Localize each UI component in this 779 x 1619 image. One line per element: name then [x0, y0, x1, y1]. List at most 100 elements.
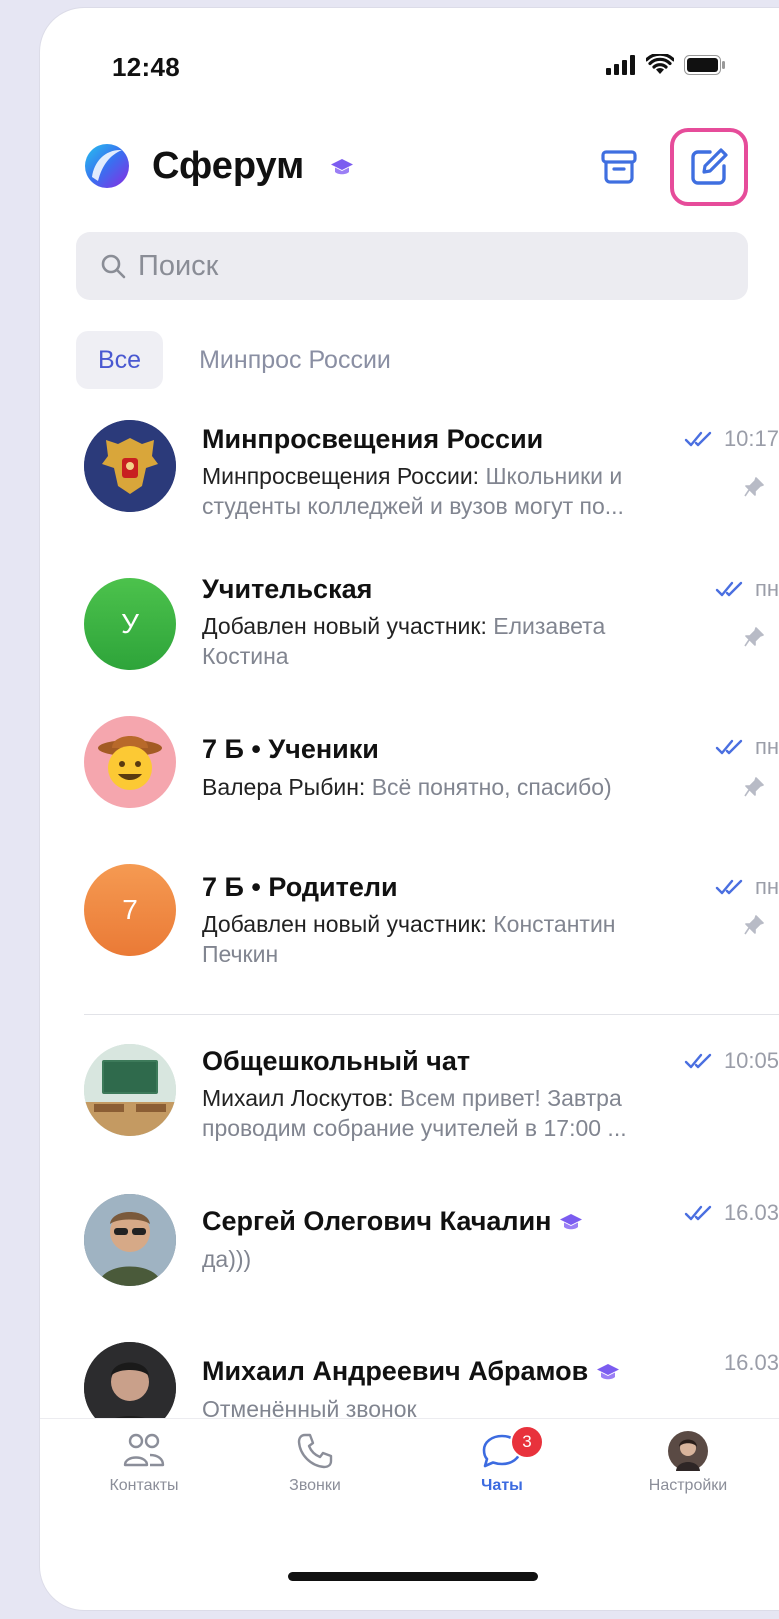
- tab-contacts[interactable]: Контакты: [74, 1431, 214, 1495]
- chat-preview: Добавлен новый участник: Константин Печк…: [202, 909, 668, 969]
- avatar: [84, 1044, 176, 1136]
- search-icon: [100, 253, 126, 279]
- double-check-icon: [715, 581, 743, 597]
- pin-icon: [744, 777, 764, 797]
- avatar: [84, 420, 176, 512]
- app-header: Сферум: [40, 118, 779, 218]
- sferum-logo-icon: [85, 144, 129, 188]
- double-check-icon: [715, 879, 743, 895]
- tab-calls[interactable]: Звонки: [245, 1431, 385, 1495]
- chat-time: 16.03: [723, 1350, 779, 1375]
- chat-meta: 16.03: [684, 1200, 779, 1226]
- avatar: [84, 1194, 176, 1286]
- app-title: Сферум: [152, 145, 305, 187]
- avatar-letter: У: [121, 608, 139, 639]
- chat-sender: Добавлен новый участник:: [202, 613, 487, 639]
- cellular-signal-icon: [606, 55, 635, 75]
- chat-meta: пн: [715, 576, 779, 602]
- emblem-icon: [84, 420, 176, 512]
- education-badge-icon: [560, 1213, 583, 1230]
- chat-preview: Добавлен новый участник: Елизавета Кости…: [202, 611, 668, 671]
- chat-preview: да))): [202, 1244, 668, 1274]
- chat-text: Всё понятно, спасибо): [365, 774, 612, 800]
- chat-time: пн: [754, 576, 779, 601]
- search-input[interactable]: [136, 248, 700, 284]
- chat-name: Сергей Олегович Качалин: [202, 1206, 583, 1237]
- tab-all[interactable]: Все: [76, 331, 164, 389]
- double-check-icon: [684, 1205, 712, 1221]
- chat-time: пн: [754, 874, 779, 899]
- cowboy-emoji-icon: [98, 736, 162, 790]
- chat-name: 7 Б • Ученики: [202, 734, 379, 764]
- avatar: [84, 1342, 176, 1418]
- contacts-icon: [123, 1433, 165, 1467]
- avatar: У: [84, 578, 176, 670]
- chat-list: Минпросвещения России 10:17 Минпросвещен…: [40, 406, 779, 1418]
- chat-name-text: Михаил Андреевич Абрамов: [202, 1356, 589, 1386]
- double-check-icon: [684, 1053, 712, 1069]
- chat-row-7b-parents[interactable]: 7 7 Б • Родители пн Добавлен новый участ…: [40, 864, 779, 1004]
- tab-label: Контакты: [109, 1477, 179, 1494]
- home-indicator[interactable]: [288, 1572, 538, 1581]
- battery-icon: [684, 55, 725, 75]
- chat-meta: 10:17: [684, 426, 779, 452]
- tab-settings[interactable]: Настройки: [618, 1431, 758, 1495]
- person-photo-icon: [84, 1342, 176, 1418]
- bottom-tab-bar: Контакты Звонки 3 Чаты Настройки: [40, 1418, 779, 1539]
- chat-sender: Минпросвещения России:: [202, 463, 480, 489]
- chat-name: Общешкольный чат: [202, 1046, 471, 1076]
- pin-icon: [744, 627, 764, 647]
- archive-button[interactable]: [592, 140, 646, 194]
- avatar: [84, 716, 176, 808]
- chat-preview: Михаил Лоскутов: Всем привет! Завтра про…: [202, 1083, 668, 1143]
- chat-sender: Валера Рыбин:: [202, 774, 366, 800]
- wifi-icon: [646, 54, 674, 74]
- unread-badge: 3: [510, 1425, 544, 1459]
- chat-row-minpros[interactable]: Минпросвещения России 10:17 Минпросвещен…: [40, 416, 779, 556]
- chat-preview: Отменённый звонок: [202, 1394, 668, 1418]
- double-check-icon: [684, 431, 712, 447]
- status-icons: [606, 54, 726, 76]
- chat-row-teachers[interactable]: У Учительская пн Добавлен новый участник…: [40, 566, 779, 706]
- education-badge-icon: [597, 1363, 620, 1380]
- chat-name: Минпросвещения России: [202, 424, 544, 454]
- archive-icon: [601, 150, 637, 184]
- chat-row-kachalin[interactable]: Сергей Олегович Качалин 16.03 да))): [40, 1188, 779, 1328]
- chat-row-school-chat[interactable]: Общешкольный чат 10:05 Михаил Лоскутов: …: [40, 1038, 779, 1178]
- chat-preview: Минпросвещения России: Школьники и студе…: [202, 461, 668, 521]
- chat-name: 7 Б • Родители: [202, 872, 398, 902]
- profile-avatar-icon: [668, 1431, 708, 1471]
- chat-name-text: Сергей Олегович Качалин: [202, 1206, 552, 1236]
- pinned-divider: [84, 1014, 779, 1015]
- chat-sender: Михаил Лоскутов:: [202, 1085, 394, 1111]
- chat-time: 10:17: [723, 426, 779, 451]
- avatar-letter: 7: [122, 894, 138, 925]
- pin-icon: [744, 477, 764, 497]
- chat-meta: 16.03: [724, 1350, 779, 1376]
- person-photo-icon: [84, 1194, 176, 1286]
- education-badge-icon: [331, 159, 353, 175]
- tab-label: Чаты: [481, 1477, 523, 1494]
- classroom-image-icon: [84, 1044, 176, 1136]
- compose-button[interactable]: [670, 128, 748, 206]
- tab-minpros[interactable]: Минпрос России: [177, 331, 413, 389]
- chat-row-7b-students[interactable]: 7 Б • Ученики пн Валера Рыбин: Всё понят…: [40, 716, 779, 856]
- status-bar: 12:48: [40, 8, 779, 108]
- avatar: 7: [84, 864, 176, 956]
- filter-tabs: Все Минпрос России: [76, 331, 413, 389]
- phone-icon: [297, 1433, 333, 1469]
- chat-text: да))): [202, 1246, 252, 1272]
- status-time: 12:48: [112, 52, 180, 82]
- chat-meta: 10:05: [684, 1048, 779, 1074]
- tab-chats[interactable]: 3 Чаты: [432, 1425, 572, 1495]
- chat-row-abramov[interactable]: Михаил Андреевич Абрамов 16.03 Отменённы…: [40, 1338, 779, 1418]
- chat-meta: пн: [715, 874, 779, 900]
- chat-preview: Валера Рыбин: Всё понятно, спасибо): [202, 772, 668, 802]
- chat-time: 16.03: [723, 1200, 779, 1225]
- chat-sender: Добавлен новый участник:: [202, 911, 487, 937]
- search-bar[interactable]: [76, 232, 748, 300]
- tab-label: Настройки: [648, 1477, 728, 1494]
- phone-screen: 12:48 Сферум Поиск Все Минпрос России Ми…: [40, 8, 779, 1610]
- double-check-icon: [715, 739, 743, 755]
- chat-meta: пн: [715, 734, 779, 760]
